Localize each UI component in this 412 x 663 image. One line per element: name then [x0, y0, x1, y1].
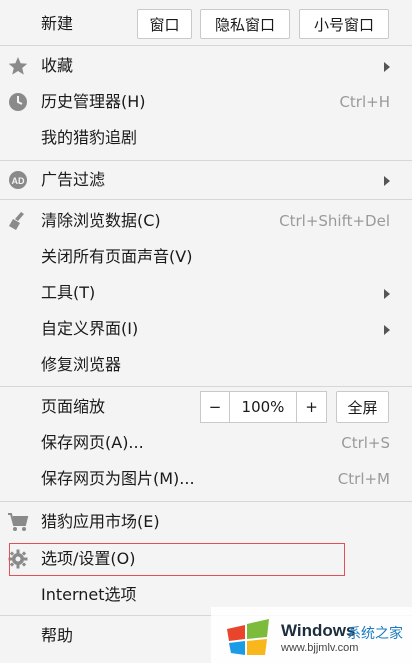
zoom-level-value: 100%: [241, 398, 285, 416]
menu-item-repair[interactable]: 修复浏览器: [0, 347, 412, 383]
zoom-in-button[interactable]: +: [297, 392, 326, 422]
menu-item-mute-all[interactable]: 关闭所有页面声音(V): [0, 239, 412, 275]
watermark-tagline: 系统之家: [347, 625, 403, 641]
menu-item-label: 工具(T): [41, 283, 96, 302]
zoom-label: 页面缩放: [41, 397, 106, 416]
shortcut-text: Ctrl+S: [341, 434, 390, 452]
menu-item-label: 清除浏览数据(C): [41, 211, 161, 230]
separator: [0, 501, 412, 502]
menu-item-tools[interactable]: 工具(T): [0, 275, 412, 311]
menu-item-save-page[interactable]: 保存网页(A)... Ctrl+S: [0, 425, 412, 461]
ad-icon: AD: [7, 170, 29, 190]
submenu-arrow-icon: [384, 176, 390, 186]
menu-item-clear-data[interactable]: 清除浏览数据(C) Ctrl+Shift+Del: [0, 203, 412, 239]
shortcut-text: Ctrl+H: [339, 93, 390, 111]
watermark-url: www.bjjmlv.com: [281, 642, 359, 654]
new-row: 新建 窗口 隐私窗口 小号窗口: [0, 6, 412, 42]
svg-text:AD: AD: [12, 176, 25, 186]
menu-item-ad-filter[interactable]: AD 广告过滤: [0, 162, 412, 198]
zoom-control: − 100% +: [200, 391, 327, 423]
menu-item-save-as-image[interactable]: 保存网页为图片(M)... Ctrl+M: [0, 461, 412, 497]
submenu-arrow-icon: [384, 289, 390, 299]
fullscreen-button[interactable]: 全屏: [336, 391, 389, 423]
menu-item-label: 关闭所有页面声音(V): [41, 247, 193, 266]
separator: [0, 199, 412, 200]
menu-item-label: 修复浏览器: [41, 355, 122, 374]
menu-item-label: 广告过滤: [41, 170, 106, 189]
watermark: Windows 系统之家 www.bjjmlv.com: [211, 607, 412, 663]
menu-item-label: 历史管理器(H): [41, 92, 146, 111]
cart-icon: [7, 512, 29, 532]
menu-item-label: 帮助: [41, 626, 74, 645]
new-window-button[interactable]: 窗口: [137, 9, 192, 39]
submenu-arrow-icon: [384, 62, 390, 72]
menu-item-label: 收藏: [41, 56, 74, 75]
menu-item-label: 猎豹应用市场(E): [41, 512, 160, 531]
menu-item-label: 保存网页为图片(M)...: [41, 469, 195, 488]
highlight-box: [9, 543, 345, 576]
new-label: 新建: [41, 14, 74, 33]
menu-item-favorites[interactable]: 收藏: [0, 48, 412, 84]
menu-item-app-market[interactable]: 猎豹应用市场(E): [0, 504, 412, 540]
watermark-brand: Windows: [281, 621, 356, 640]
menu-item-history[interactable]: 历史管理器(H) Ctrl+H: [0, 84, 412, 120]
clock-icon: [7, 92, 29, 112]
separator: [0, 45, 412, 46]
separator: [0, 160, 412, 161]
star-icon: [7, 56, 29, 76]
browser-main-menu: 新建 窗口 隐私窗口 小号窗口 收藏 历史管理器(H) Ctrl+H 我的猎豹追…: [0, 0, 412, 663]
zoom-out-button[interactable]: −: [201, 392, 229, 422]
menu-item-my-series[interactable]: 我的猎豹追剧: [0, 120, 412, 156]
menu-item-label: Internet选项: [41, 585, 137, 604]
menu-item-label: 保存网页(A)...: [41, 433, 144, 452]
shortcut-text: Ctrl+M: [337, 470, 390, 488]
menu-item-label: 我的猎豹追剧: [41, 128, 138, 147]
broom-icon: [7, 211, 29, 231]
new-alt-window-button[interactable]: 小号窗口: [299, 9, 389, 39]
submenu-arrow-icon: [384, 325, 390, 335]
menu-item-customize[interactable]: 自定义界面(I): [0, 311, 412, 347]
new-private-window-button[interactable]: 隐私窗口: [200, 9, 290, 39]
menu-item-label: 自定义界面(I): [41, 319, 139, 338]
shortcut-text: Ctrl+Shift+Del: [279, 212, 390, 230]
windows-logo-icon: [223, 615, 275, 661]
separator: [0, 386, 412, 387]
